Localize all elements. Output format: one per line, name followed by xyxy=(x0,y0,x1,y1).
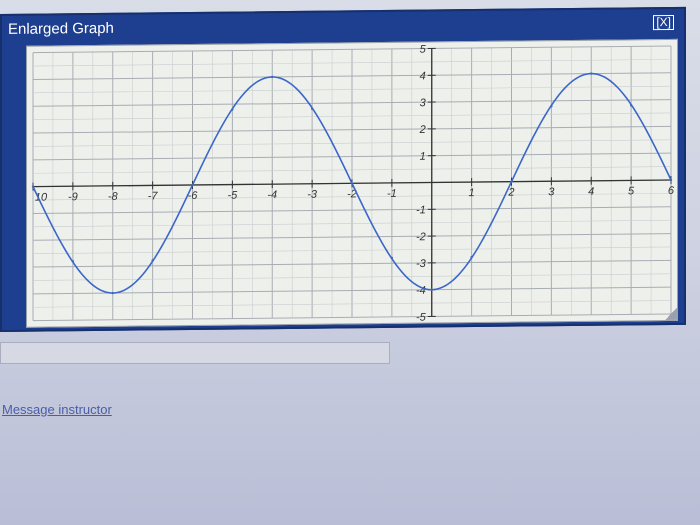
data-point xyxy=(271,75,274,79)
y-tick-label: -2 xyxy=(416,231,426,243)
data-point xyxy=(111,291,114,295)
x-tick-label: 4 xyxy=(588,186,594,198)
x-tick-label: 3 xyxy=(548,186,555,198)
x-tick-label: -4 xyxy=(267,189,277,201)
window-title: Enlarged Graph xyxy=(8,19,114,38)
graph-svg: 10 -9 -8 -7 -6 -5 -4 -3 -2 -1 1 2 3 4 5 654321-1-2-3-4-… xyxy=(31,44,675,324)
y-tick-label: 2 xyxy=(419,124,426,136)
y-tick-label: -1 xyxy=(416,204,426,216)
x-tick-label: -5 xyxy=(227,190,238,202)
window-titlebar[interactable]: Enlarged Graph [X] xyxy=(2,9,684,44)
x-tick-label: -7 xyxy=(148,190,159,202)
x-tick-label: 1 xyxy=(469,187,475,199)
x-tick-label: -1 xyxy=(387,188,397,200)
x-tick-label: -3 xyxy=(307,189,318,201)
y-tick-label: 3 xyxy=(420,97,427,109)
resize-handle[interactable] xyxy=(665,307,677,321)
enlarged-graph-window: Enlarged Graph [X] 10 -9 -8 -7 -6 -5 -4 -3 -2 -1 1… xyxy=(0,6,686,333)
y-tick-label: 1 xyxy=(420,151,426,163)
graph-plot-area: 10 -9 -8 -7 -6 -5 -4 -3 -2 -1 1 2 3 4 5 6 5 4 3 2 1 -1 -2 -3 -4-… xyxy=(26,38,678,328)
data-point xyxy=(430,288,433,291)
x-tick-label: -8 xyxy=(108,191,119,203)
data-point xyxy=(191,183,194,187)
y-tick-label: -5 xyxy=(416,312,427,324)
message-instructor-label: Message instructor xyxy=(2,402,112,417)
x-tick-label: -9 xyxy=(68,191,78,203)
data-point xyxy=(590,72,593,75)
data-point xyxy=(510,180,513,183)
y-tick-label: -3 xyxy=(416,258,427,270)
x-tick-label: 5 xyxy=(628,185,635,197)
close-button[interactable]: [X] xyxy=(653,14,674,31)
y-tick-label: 5 xyxy=(420,44,427,56)
x-tick-label: 6 xyxy=(668,185,675,197)
y-tick-label: 4 xyxy=(420,70,426,82)
message-instructor-link[interactable]: Message instructor xyxy=(2,402,112,417)
answer-input[interactable] xyxy=(0,342,390,364)
